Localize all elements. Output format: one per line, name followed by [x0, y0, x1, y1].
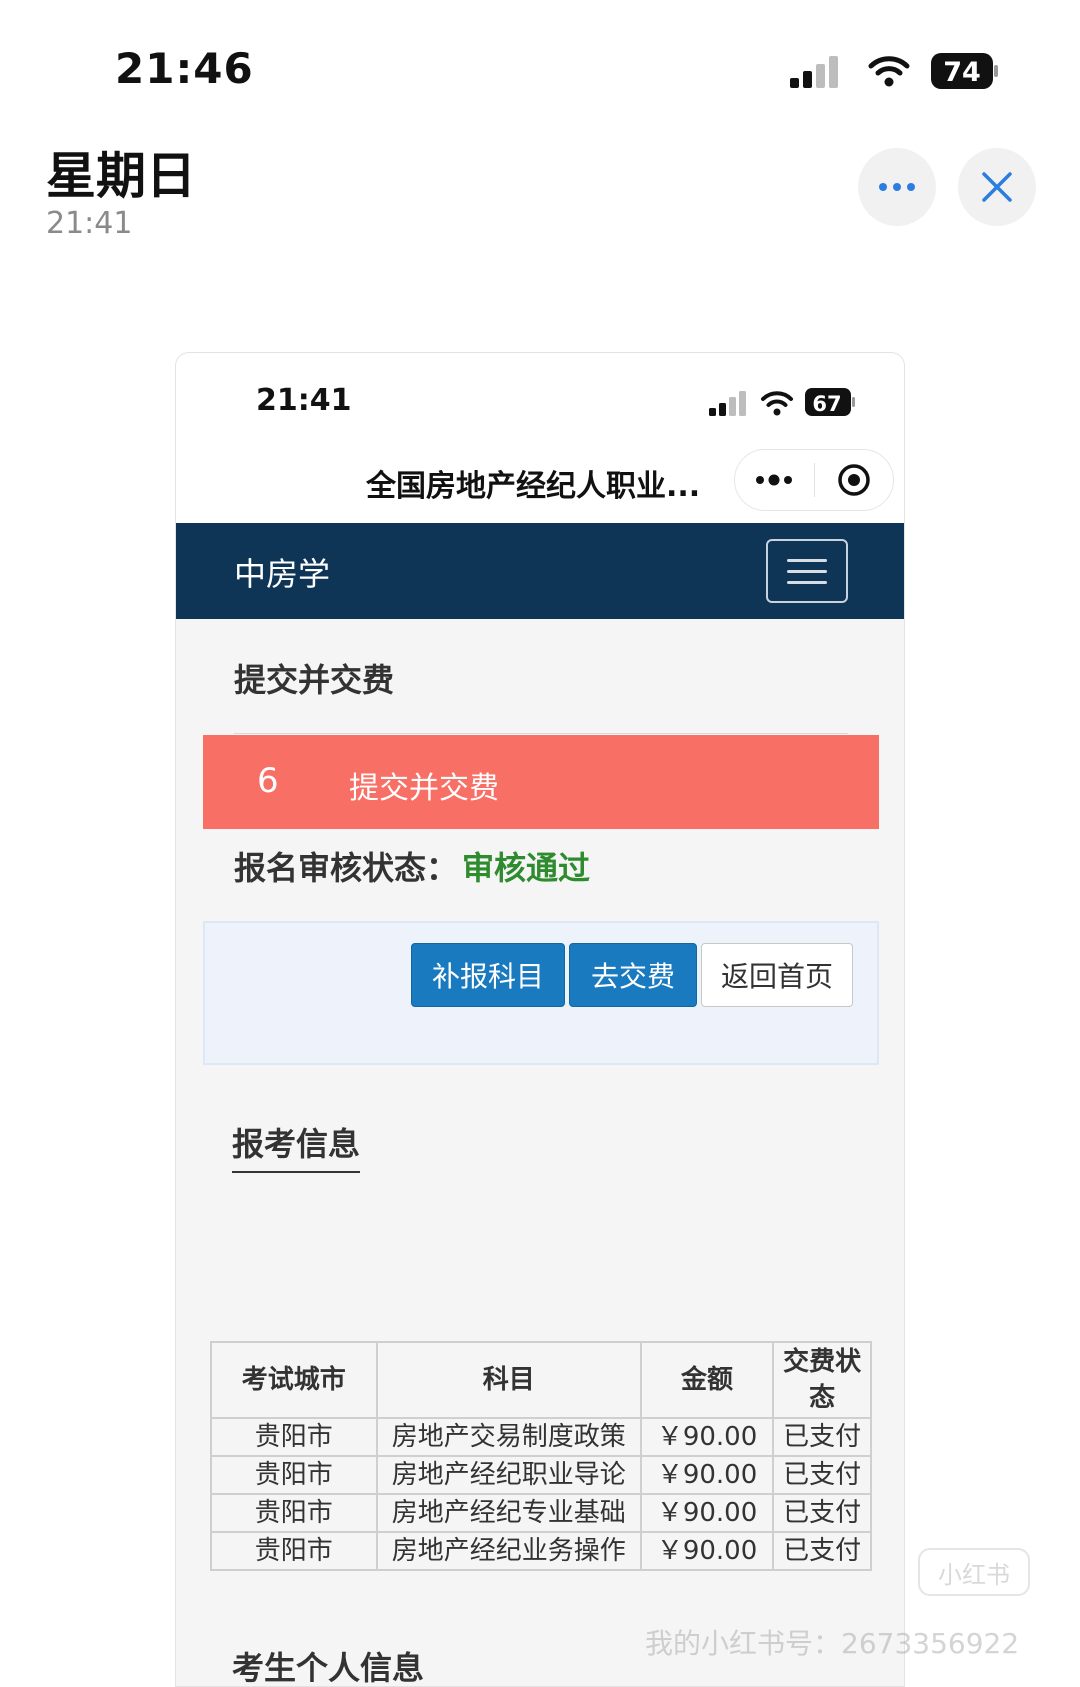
cell-status: 已支付 — [772, 1493, 872, 1533]
nav-toggle-button[interactable] — [766, 539, 848, 603]
cell-city: 贵阳市 — [210, 1493, 378, 1533]
cellular-signal-icon — [790, 56, 838, 88]
wifi-icon — [868, 56, 910, 87]
cell-status: 已支付 — [772, 1417, 872, 1457]
back-home-button[interactable]: 返回首页 — [701, 943, 853, 1007]
inner-wifi-icon — [761, 391, 793, 416]
cell-subject: 房地产经纪业务操作 — [375, 1531, 642, 1571]
capsule-close-button[interactable] — [815, 450, 894, 510]
column-header: 考试城市 — [210, 1341, 378, 1419]
pay-button[interactable]: 去交费 — [569, 943, 697, 1007]
capsule-menu-button[interactable] — [735, 450, 814, 510]
more-options-button[interactable] — [858, 148, 936, 226]
divider — [234, 733, 848, 734]
inner-status-time: 21:41 — [256, 383, 352, 418]
hamburger-line — [787, 569, 827, 573]
cell-status: 已支付 — [772, 1531, 872, 1571]
viewer-timestamp: 21:41 — [46, 206, 133, 241]
inner-battery-icon: 67 — [804, 385, 858, 419]
step-banner: 6 提交并交费 — [203, 735, 879, 829]
cell-amount: ￥90.00 — [639, 1531, 775, 1571]
step-number: 6 — [257, 761, 279, 801]
target-circle-icon — [838, 464, 870, 496]
miniprogram-title: 全国房地产经纪人职业... — [366, 469, 701, 504]
miniprogram-capsule — [734, 449, 894, 511]
step-label: 提交并交费 — [349, 771, 499, 806]
cell-amount: ￥90.00 — [639, 1493, 775, 1533]
action-panel: 补报科目 去交费 返回首页 — [203, 921, 879, 1065]
column-header: 交费状态 — [772, 1341, 872, 1419]
hamburger-line — [787, 558, 827, 562]
viewer-title: 星期日 — [46, 147, 196, 205]
watermark-text: 我的小红书号：2673356922 — [645, 1627, 1020, 1660]
supplement-subject-button[interactable]: 补报科目 — [411, 943, 565, 1007]
watermark-logo: 小红书 — [918, 1548, 1030, 1596]
inner-top-area: 21:41 67 全国房地产经纪人职业... — [176, 353, 904, 523]
inner-battery-level: 67 — [812, 392, 841, 416]
hamburger-line — [787, 580, 827, 584]
table-header-row: 考试城市 科目 金额 交费状态 — [210, 1341, 872, 1419]
table-row: 贵阳市 房地产交易制度政策 ￥90.00 已支付 — [210, 1417, 872, 1457]
close-button[interactable] — [958, 148, 1036, 226]
cell-subject: 房地产交易制度政策 — [375, 1417, 642, 1457]
section-title-personal-info: 考生个人信息 — [232, 1643, 424, 1686]
column-header: 金额 — [639, 1341, 775, 1419]
review-status-label: 报名审核状态： — [234, 849, 459, 887]
page-title: 提交并交费 — [234, 661, 395, 699]
site-navbar: 中房学 — [176, 523, 904, 619]
cell-subject: 房地产经纪专业基础 — [375, 1493, 642, 1533]
ellipsis-icon — [879, 183, 915, 191]
fee-table: 考试城市 科目 金额 交费状态 贵阳市 房地产交易制度政策 ￥90.00 已支付… — [210, 1341, 872, 1571]
cell-city: 贵阳市 — [210, 1531, 378, 1571]
review-status: 报名审核状态： 审核通过 — [234, 843, 590, 889]
table-row: 贵阳市 房地产经纪专业基础 ￥90.00 已支付 — [210, 1493, 872, 1533]
column-header: 科目 — [375, 1341, 642, 1419]
site-brand[interactable]: 中房学 — [234, 549, 330, 595]
cell-amount: ￥90.00 — [639, 1417, 775, 1457]
review-status-value: 审核通过 — [462, 849, 591, 887]
close-icon — [982, 172, 1012, 202]
section-title-exam-info: 报考信息 — [232, 1119, 361, 1173]
screenshot-card: 21:41 67 全国房地产经纪人职业... 中房学 提交并交费 6 提交并交费… — [175, 352, 905, 1687]
battery-level: 74 — [943, 57, 981, 88]
cell-status: 已支付 — [772, 1455, 872, 1495]
table-row: 贵阳市 房地产经纪职业导论 ￥90.00 已支付 — [210, 1455, 872, 1495]
cell-city: 贵阳市 — [210, 1455, 378, 1495]
cell-subject: 房地产经纪职业导论 — [375, 1455, 642, 1495]
ellipsis-icon — [756, 474, 793, 486]
cell-city: 贵阳市 — [210, 1417, 378, 1457]
table-row: 贵阳市 房地产经纪业务操作 ￥90.00 已支付 — [210, 1531, 872, 1571]
status-time: 21:46 — [115, 44, 254, 93]
battery-icon: 74 — [930, 52, 1000, 90]
inner-cellular-signal-icon — [709, 391, 746, 416]
cell-amount: ￥90.00 — [639, 1455, 775, 1495]
